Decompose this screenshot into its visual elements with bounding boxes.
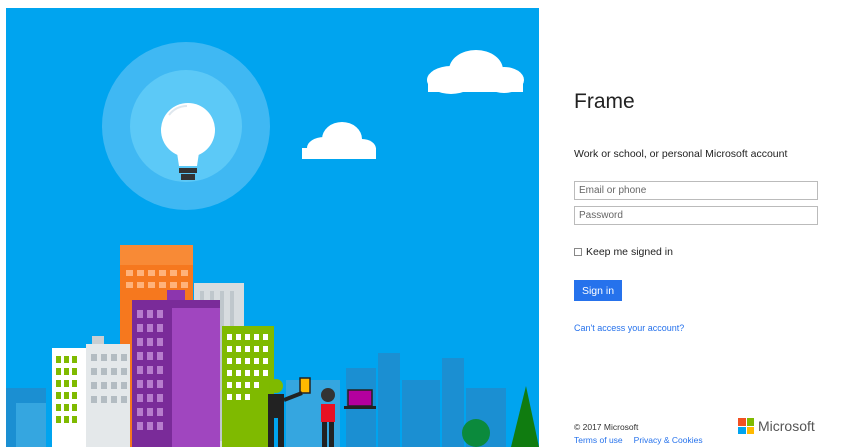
privacy-cookies-link[interactable]: Privacy & Cookies: [634, 435, 703, 445]
page-title: Frame: [574, 90, 635, 113]
keep-signed-in-label: Keep me signed in: [586, 246, 673, 258]
copyright-text: © 2017 Microsoft: [574, 422, 639, 432]
signin-button[interactable]: Sign in: [574, 280, 622, 301]
account-type-label: Work or school, or personal Microsoft ac…: [574, 148, 788, 160]
keep-signed-in-checkbox[interactable]: [574, 248, 582, 256]
footer-links: Terms of use Privacy & Cookies: [574, 435, 703, 445]
terms-of-use-link[interactable]: Terms of use: [574, 435, 623, 445]
city-skyline-illustration: [6, 8, 539, 447]
signin-panel: Frame Work or school, or personal Micros…: [539, 0, 856, 447]
cant-access-account-link[interactable]: Can't access your account?: [574, 323, 684, 333]
hero-illustration: [6, 8, 539, 447]
password-input[interactable]: [574, 206, 818, 225]
microsoft-logo: Microsoft: [738, 418, 815, 434]
microsoft-wordmark: Microsoft: [758, 418, 815, 434]
keep-signed-in-row[interactable]: Keep me signed in: [574, 246, 673, 258]
email-input[interactable]: [574, 181, 818, 200]
microsoft-logo-icon: [738, 418, 754, 434]
